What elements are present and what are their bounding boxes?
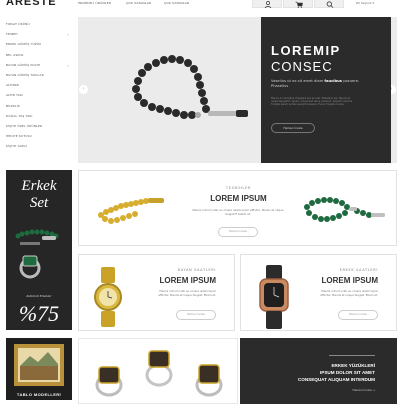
sidebar-item-bayan-kolye[interactable]: BAYAN GÜMÜŞ KOLYE ›	[6, 63, 70, 73]
bayan-saatleri-banner[interactable]: BAYAN SAATLERİ LOREM IPSUM Mauris rutrum…	[78, 254, 235, 331]
tesbihler-cta-button[interactable]: Hemen İncele	[218, 227, 258, 237]
sidebar-item-label: BEL ASKISI	[6, 52, 24, 57]
sidebar-item-label: KİŞİYE ÖZEL ÜRÜNLER	[6, 123, 43, 128]
chevron-right-icon: ›	[67, 32, 69, 38]
erkek-saat-desc: Mauris rutrum nibh eu ornare ullamcorper…	[320, 289, 378, 297]
category-sidebar: FIRSAT ÜRÜNÜ TESBİH › ERKEK GÜMÜŞ YÜZÜK B…	[6, 22, 70, 154]
rose-gold-watch-image	[259, 265, 289, 329]
sidebar-item-bayan-takilar[interactable]: BAYAN GÜMÜŞ TAKILAR	[6, 73, 70, 83]
divider	[329, 355, 375, 356]
hero-small-text: Mauris in nisl tellus. Praesent sed ex e…	[271, 97, 353, 107]
hero-subtitle: CONSEC	[271, 59, 333, 74]
gold-watch-image	[94, 267, 122, 327]
sidebar-item-label: HEDİYE KUTUSU	[6, 134, 32, 139]
sidebar-item-label: ALTINKE	[6, 83, 20, 88]
sidebar-item-bel-askisi[interactable]: BEL ASKISI	[6, 53, 70, 63]
sidebar-item-label: ERKEK GÜMÜŞ YÜZÜK	[6, 42, 42, 47]
nav-link-discounted[interactable]: İNDİRİMLİ ÜRÜNLER	[78, 1, 111, 5]
bayan-desc: Mauris rutrum nibh eu ornare ullamcorper…	[158, 289, 216, 297]
bayan-small-title: BAYAN SAATLERİ	[177, 268, 216, 272]
hero-slider[interactable]: ‹ › LOREMIP CONSEC Vasellus ut ex sit am…	[78, 17, 397, 163]
sidebar-item-kisiye-ozel[interactable]: KİŞİYE ÖZEL ÜRÜNLER	[6, 124, 70, 134]
nav-link-bestsellers-2[interactable]: ÇOK SATANLAR	[164, 1, 189, 5]
promo-title-line1: Erkek	[21, 178, 57, 194]
sidebar-item-tesbih[interactable]: TESBİH ›	[6, 32, 70, 42]
bayan-cta-button[interactable]: Hemen İncele	[176, 310, 216, 320]
erkek-saatleri-banner[interactable]: ERKEK SAATLERİ LOREM IPSUM Mauris rutrum…	[240, 254, 397, 331]
sidebar-item-firsat[interactable]: FIRSAT ÜRÜNÜ	[6, 22, 70, 32]
sidebar-item-hediye-kutusu[interactable]: HEDİYE KUTUSU	[6, 134, 70, 144]
green-tesbih-image	[304, 197, 385, 222]
sidebar-item-kisiye-yazili[interactable]: KİŞİYE YAZILI	[6, 144, 70, 154]
nav-link-bestsellers[interactable]: ÇOK SATANLAR	[126, 1, 151, 5]
language-select[interactable]: Dil Seçiniz ▾	[356, 1, 374, 5]
erkek-yuzukler-banner[interactable]: ERKEK YÜZÜKLERİ IPSUM DOLOR SIT AMET CON…	[240, 338, 397, 404]
yuzuk-title-line2: IPSUM DOLOR SIT AMET	[320, 370, 375, 375]
hero-cta-button[interactable]: Hemen İncele	[271, 123, 315, 133]
user-icon	[264, 1, 272, 8]
site-logo[interactable]: ARESTE	[6, 0, 57, 8]
yuzuk-title-line1: ERKEK YÜZÜKLERİ	[331, 363, 375, 368]
sidebar-item-label: KİŞİYE YAZILI	[6, 144, 28, 149]
erkek-saat-small-title: ERKEK SAATLERİ	[339, 268, 378, 272]
sidebar-item-bileklik[interactable]: BİLEKLİK	[6, 104, 70, 114]
search-button[interactable]	[314, 0, 344, 8]
erkek-set-promo[interactable]: Erkek Set Indirimli Erkekler %75	[6, 170, 72, 330]
chevron-right-icon: ›	[67, 62, 69, 68]
sidebar-item-label: BAYAN GÜMÜŞ KOLYE	[6, 62, 41, 67]
hero-description: Vasellus ut ex sit amet diam faucibus po…	[271, 79, 360, 88]
promo-set-image	[15, 229, 59, 279]
tesbihler-banner[interactable]: TESBİHLER LOREM IPSUM Mauris rutrum nibh…	[78, 170, 397, 246]
silver-rings-image	[95, 350, 223, 397]
sidebar-item-erkek-yuzuk[interactable]: ERKEK GÜMÜŞ YÜZÜK	[6, 42, 70, 52]
sidebar-item-label: ALTIN TAKI	[6, 93, 24, 98]
hero-title: LOREMIP	[271, 43, 341, 58]
sidebar-item-altin-taki[interactable]: ALTIN TAKI	[6, 93, 70, 103]
framed-painting-image	[14, 344, 64, 386]
tesbihler-desc: Mauris rutrum nibh eu ornare ullamcorper…	[192, 208, 284, 216]
yuzuk-title-line3: CONSEQUAT ALIQUAM INTERDUM	[297, 377, 375, 382]
promo-percent: %75	[18, 301, 60, 326]
tablo-label: TABLO MODELLERİ	[16, 392, 62, 397]
sidebar-item-dogal-tas[interactable]: DOĞAL TAŞ TAKI	[6, 114, 70, 124]
cart-icon	[295, 1, 303, 8]
erkek-saat-title: LOREM IPSUM	[321, 276, 378, 285]
promo-title-line2: Set	[29, 195, 49, 211]
hero-tesbih-image	[132, 55, 248, 119]
hero-text-panel: LOREMIP CONSEC Vasellus ut ex sit amet d…	[261, 17, 391, 163]
sidebar-item-label: TESBİH	[6, 32, 18, 37]
yuzuk-cta-link[interactable]: Hemen İncele →	[352, 388, 375, 392]
rings-image-banner[interactable]	[78, 338, 238, 404]
sidebar-item-altinke[interactable]: ALTINKE	[6, 83, 70, 93]
slider-prev-button[interactable]: ‹	[79, 85, 88, 94]
account-button[interactable]	[252, 0, 282, 8]
sidebar-item-label: FIRSAT ÜRÜNÜ	[6, 22, 30, 26]
cart-button[interactable]	[283, 0, 313, 8]
sidebar-item-label: BAYAN GÜMÜŞ TAKILAR	[6, 72, 44, 77]
header: ARESTE İNDİRİMLİ ÜRÜNLER ÇOK SATANLAR ÇO…	[0, 0, 404, 10]
sidebar-item-label: BİLEKLİK	[6, 103, 21, 108]
erkek-saat-cta-button[interactable]: Hemen İncele	[338, 310, 378, 320]
bayan-title: LOREM IPSUM	[159, 276, 216, 285]
search-icon	[326, 1, 334, 8]
promo-subtitle: Indirimli Erkekler	[26, 294, 52, 298]
sidebar-item-label: DOĞAL TAŞ TAKI	[6, 113, 33, 118]
tablo-modelleri-banner[interactable]: TABLO MODELLERİ	[6, 338, 72, 400]
chevron-left-icon: ‹	[82, 86, 85, 92]
